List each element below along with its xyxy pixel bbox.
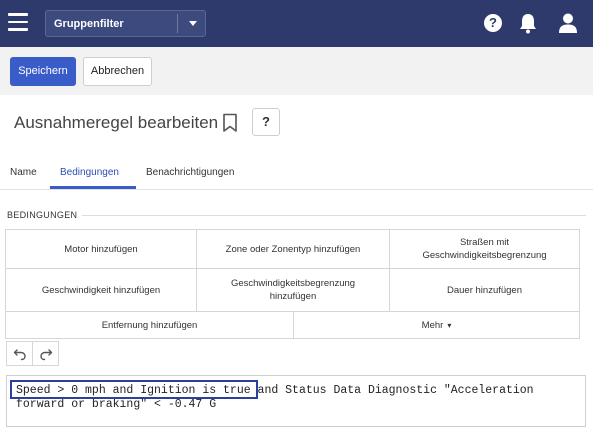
more-dropdown-button[interactable]: Mehr ▾	[293, 311, 580, 339]
add-zone-button[interactable]: Zone oder Zonentyp hinzufügen	[196, 229, 390, 269]
bookmark-icon[interactable]	[222, 113, 238, 133]
caret-down-icon: ▾	[447, 320, 452, 330]
add-distance-label: Entfernung hinzufügen	[101, 319, 198, 331]
help-button[interactable]: ?	[252, 108, 280, 136]
undo-button[interactable]	[6, 341, 33, 366]
redo-icon	[40, 349, 53, 361]
bell-icon[interactable]	[518, 12, 538, 34]
group-filter-dropdown[interactable]: Gruppenfilter	[45, 10, 206, 37]
add-engine-button[interactable]: Motor hinzufügen	[5, 229, 197, 269]
section-divider	[82, 215, 586, 216]
redo-button[interactable]	[32, 341, 59, 366]
user-icon[interactable]	[557, 12, 579, 34]
roads-speed-limit-button[interactable]: Straßen mit Geschwindigkeitsbegrenzung	[389, 229, 580, 269]
add-speed-limit-label: Geschwindigkeitsbegrenzung hinzufügen	[230, 278, 356, 302]
menu-icon[interactable]	[8, 13, 28, 31]
expression-line-2: forward or braking" < -0.47 G	[16, 398, 217, 411]
cancel-button[interactable]: Abbrechen	[83, 57, 152, 86]
save-button[interactable]: Speichern	[10, 57, 76, 86]
more-label: Mehr	[421, 319, 444, 331]
tab-conditions[interactable]: Bedingungen	[60, 167, 119, 178]
add-engine-label: Motor hinzufügen	[64, 243, 138, 255]
roads-speed-limit-label: Straßen mit Geschwindigkeitsbegrenzung	[422, 237, 547, 261]
add-duration-button[interactable]: Dauer hinzufügen	[389, 268, 580, 312]
conditions-section-label: BEDINGUNGEN	[7, 210, 78, 220]
add-distance-button[interactable]: Entfernung hinzufügen	[5, 311, 294, 339]
add-duration-label: Dauer hinzufügen	[447, 284, 522, 296]
highlighted-expression-segment	[10, 380, 258, 399]
add-speed-label: Geschwindigkeit hinzufügen	[41, 284, 161, 296]
group-filter-label: Gruppenfilter	[54, 18, 124, 30]
tab-notifications[interactable]: Benachrichtigungen	[146, 167, 234, 178]
tab-name[interactable]: Name	[10, 167, 37, 178]
help-icon[interactable]: ?	[484, 14, 502, 32]
tabs-divider	[0, 189, 593, 190]
chevron-down-icon[interactable]	[189, 21, 197, 26]
add-zone-label: Zone oder Zonentyp hinzufügen	[225, 243, 361, 255]
page-title: Ausnahmeregel bearbeiten	[14, 113, 219, 132]
add-speed-button[interactable]: Geschwindigkeit hinzufügen	[5, 268, 197, 312]
undo-icon	[13, 349, 26, 361]
dropdown-divider	[177, 14, 178, 33]
add-speed-limit-button[interactable]: Geschwindigkeitsbegrenzung hinzufügen	[196, 268, 390, 312]
